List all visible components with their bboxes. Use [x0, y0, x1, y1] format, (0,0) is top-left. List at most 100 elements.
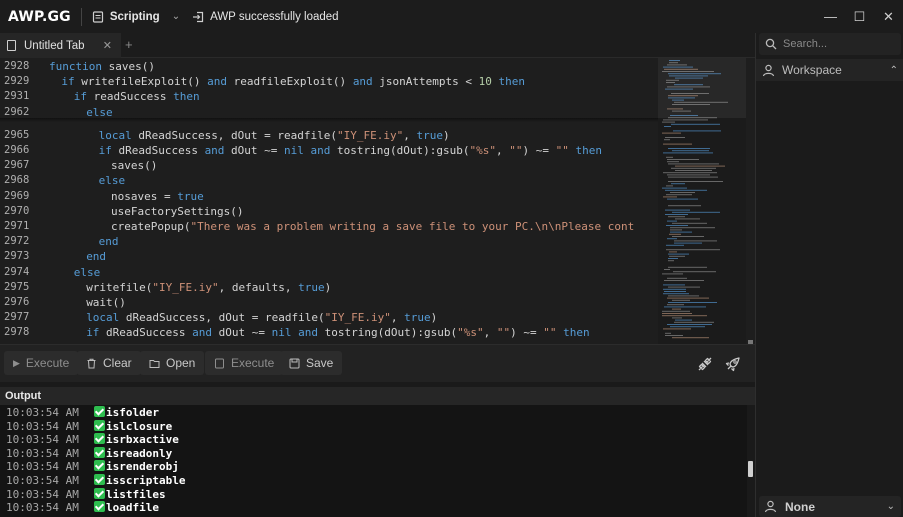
checkmark-icon	[94, 460, 105, 472]
code-token: ""	[543, 326, 557, 340]
code-token: writefileExploit()	[74, 75, 208, 89]
code-token: "There was a problem writing a save file…	[190, 220, 635, 233]
output-timestamp: 10:03:54 AM	[6, 446, 79, 460]
search-input[interactable]	[783, 38, 893, 50]
close-button[interactable]: ✕	[874, 0, 903, 33]
line-number: 2975	[4, 280, 30, 293]
code-line[interactable]: if dReadSuccess and dOut ~= nil and tost…	[99, 143, 602, 158]
code-line[interactable]: createPopup("There was a problem writing…	[111, 219, 634, 234]
execute-left-label: Execute	[25, 356, 70, 370]
code-token: readfileExploit()	[226, 75, 353, 89]
code-token: "IY_FE.iy"	[324, 311, 391, 325]
window-controls: — ☐ ✕	[816, 0, 903, 33]
minimap-viewport[interactable]	[658, 58, 746, 118]
login-icon	[193, 11, 204, 22]
code-line[interactable]: else	[99, 173, 126, 188]
checkmark-icon	[94, 474, 105, 485]
execute-left-button[interactable]: ▶ Execute	[4, 351, 79, 375]
save-button[interactable]: Save	[280, 351, 343, 375]
title-bar: AWP.GG Scripting ⌄ AWP successfully load…	[0, 0, 903, 33]
workspace-header[interactable]: Workspace ⌃	[756, 59, 903, 81]
line-number: 2965	[4, 128, 30, 141]
code-token: true	[416, 128, 444, 142]
code-token: ,	[403, 128, 417, 142]
minimap[interactable]	[658, 58, 746, 344]
minimize-button[interactable]: —	[816, 0, 845, 33]
checkmark-icon	[94, 487, 105, 499]
code-line[interactable]: local dReadSuccess, dOut = readfile("IY_…	[86, 310, 437, 325]
code-line[interactable]: else	[74, 265, 101, 280]
line-number: 2968	[4, 174, 30, 187]
output-row: 10:03:54 AM isrenderobj	[6, 460, 179, 474]
output-timestamp: 10:03:54 AM	[6, 419, 79, 433]
editor-scrollbar[interactable]	[746, 58, 755, 344]
output-scrollbar[interactable]	[747, 405, 755, 517]
code-line[interactable]: if dReadSuccess and dOut ~= nil and tost…	[86, 325, 589, 340]
code-token: ""	[555, 144, 569, 157]
mode-selector[interactable]: Scripting ⌄	[92, 11, 180, 23]
code-token: )	[324, 280, 332, 294]
code-token: if	[73, 90, 88, 104]
chevron-up-icon[interactable]: ⌃	[890, 65, 898, 76]
app-logo: AWP.GG	[8, 8, 71, 25]
code-token: dReadSuccess, dOut = readfile(	[131, 128, 338, 142]
inject-icon[interactable]	[694, 353, 716, 375]
search-box[interactable]	[759, 33, 901, 55]
code-line[interactable]: function saves()	[49, 59, 155, 74]
tab-untitled[interactable]: Untitled Tab ✕	[0, 33, 121, 58]
code-token: )	[443, 128, 450, 142]
line-number-gutter: 2928 2929 2931 2962 2965 2966 2967 2968 2969 2970…	[0, 58, 40, 344]
code-token: true	[177, 189, 204, 203]
code-token: dReadSuccess, dOut = readfile(	[119, 311, 325, 325]
target-selector[interactable]: None ⌄	[759, 496, 901, 517]
code-line[interactable]: end	[86, 249, 106, 264]
rocket-icon[interactable]	[722, 353, 744, 375]
line-number: 2969	[4, 189, 30, 202]
line-number: 2972	[4, 235, 30, 248]
output-row: 10:03:54 AM isfolder	[6, 406, 159, 420]
code-line[interactable]: end	[99, 234, 119, 249]
code-line[interactable]: local dReadSuccess, dOut = readfile("IY_…	[99, 128, 450, 143]
code-line[interactable]: useFactorySettings()	[111, 204, 243, 219]
code-token: and	[207, 75, 227, 89]
open-button[interactable]: Open	[140, 351, 205, 375]
code-line[interactable]: if readSuccess then	[74, 89, 200, 104]
code-area[interactable]: function saves() if writefileExploit() an…	[40, 58, 658, 344]
code-token: ""	[509, 144, 523, 157]
code-token: if	[98, 144, 112, 157]
sticky-scroll-shadow	[0, 118, 658, 122]
code-token: and	[352, 75, 373, 89]
code-token: end	[98, 235, 119, 249]
code-token: saves()	[111, 159, 158, 173]
code-token: and	[298, 326, 319, 340]
code-token: true	[298, 280, 325, 294]
execute-button[interactable]: Execute	[205, 351, 284, 375]
output-console[interactable]: 10:03:54 AM isfolder 10:03:54 AM islclosure…	[0, 405, 755, 517]
code-line[interactable]: nosaves = true	[111, 189, 204, 204]
code-token: end	[86, 250, 107, 264]
tab-close-icon[interactable]: ✕	[103, 39, 112, 52]
code-token: dOut ~=	[212, 326, 272, 340]
maximize-button[interactable]: ☐	[845, 0, 874, 33]
output-scroll-thumb[interactable]	[748, 461, 753, 477]
code-token: "IY_FE.iy"	[152, 280, 219, 294]
output-message: isrenderobj	[106, 460, 179, 474]
code-editor[interactable]: 2928 2929 2931 2962 2965 2966 2967 2968 2969 2970…	[0, 58, 755, 344]
checkmark-icon	[94, 419, 105, 431]
code-line[interactable]: writefile("IY_FE.iy", defaults, true)	[86, 280, 331, 295]
code-line[interactable]: if writefileExploit() and readfileExploi…	[61, 74, 525, 89]
checkmark-icon	[94, 406, 105, 417]
folder-icon	[149, 359, 160, 368]
code-line[interactable]: wait()	[86, 295, 126, 310]
code-token: "%s"	[469, 144, 497, 157]
code-token: nosaves =	[111, 189, 178, 203]
clear-button[interactable]: Clear	[77, 351, 141, 375]
line-number: 2978	[4, 326, 30, 339]
add-tab-button[interactable]: +	[125, 37, 133, 52]
output-row: 10:03:54 AM islclosure	[6, 419, 172, 434]
user-icon	[762, 64, 775, 76]
code-token: nil	[271, 326, 292, 340]
code-line[interactable]: saves()	[111, 158, 157, 173]
output-row: 10:03:54 AM isscriptable	[6, 474, 185, 488]
